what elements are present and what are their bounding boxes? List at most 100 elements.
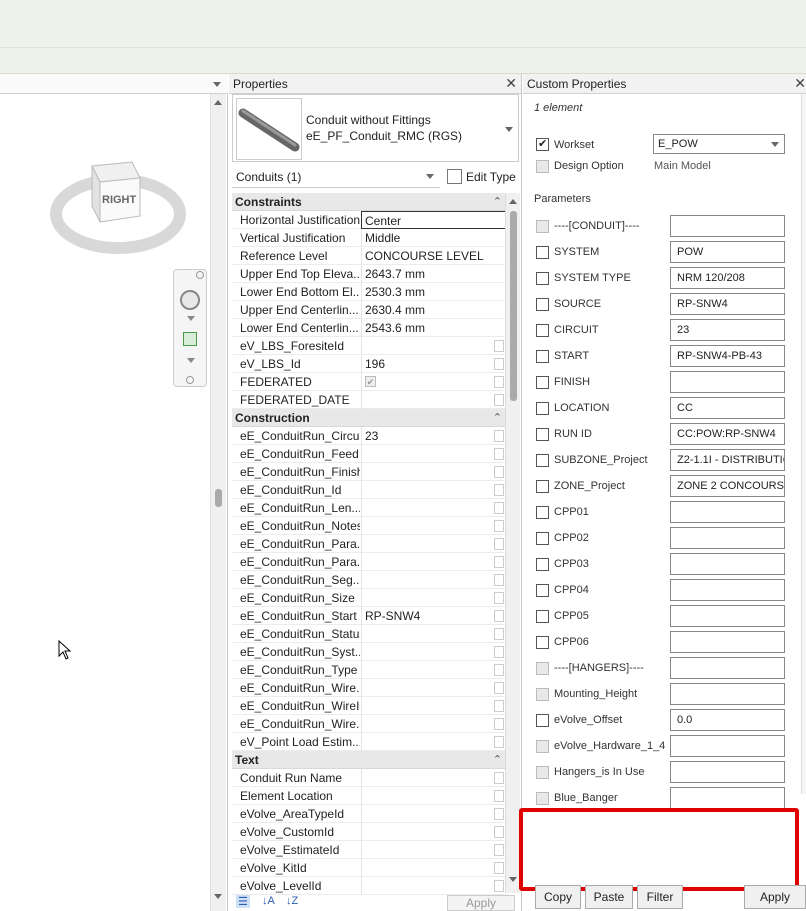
parameter-value-field[interactable]: CC:POW:RP-SNW4 <box>670 423 785 445</box>
view-scrollbar[interactable] <box>210 94 226 911</box>
property-value[interactable]: RP-SNW4 <box>361 607 507 625</box>
property-value[interactable] <box>361 445 507 463</box>
property-row[interactable]: eV_LBS_ForesiteId <box>232 337 508 355</box>
row-checkbox[interactable] <box>494 700 504 712</box>
property-row[interactable]: eV_LBS_Id 196 <box>232 355 508 373</box>
parameter-value-field[interactable]: 0.0 <box>670 709 785 731</box>
parameter-checkbox[interactable] <box>536 506 549 519</box>
parameter-value-field[interactable] <box>670 787 785 809</box>
parameter-value-field[interactable]: 23 <box>670 319 785 341</box>
property-value[interactable] <box>361 787 507 805</box>
row-checkbox[interactable] <box>494 826 504 838</box>
parameter-checkbox[interactable] <box>536 714 549 727</box>
parameter-value-field[interactable]: RP-SNW4-PB-43 <box>670 345 785 367</box>
parameter-value-field[interactable] <box>670 631 785 653</box>
close-icon[interactable] <box>196 271 204 279</box>
options-icon[interactable] <box>186 376 194 384</box>
property-value[interactable] <box>361 643 507 661</box>
steering-wheel-icon[interactable] <box>180 290 200 310</box>
parameter-value-field[interactable]: CC <box>670 397 785 419</box>
parameter-value-field[interactable] <box>670 501 785 523</box>
property-row[interactable]: eE_ConduitRun_WireId <box>232 697 508 715</box>
property-value[interactable] <box>361 679 507 697</box>
parameter-checkbox[interactable] <box>536 792 549 805</box>
paste-button[interactable]: Paste <box>585 885 633 909</box>
scrollbar-thumb[interactable] <box>215 489 222 507</box>
row-checkbox[interactable] <box>494 772 504 784</box>
parameter-value-field[interactable] <box>670 657 785 679</box>
property-row[interactable]: eE_ConduitRun_Wire... <box>232 715 508 733</box>
property-row[interactable]: eE_ConduitRun_Wire... <box>232 679 508 697</box>
property-row[interactable]: eE_ConduitRun_Circuit 23 <box>232 427 508 445</box>
row-checkbox[interactable] <box>494 628 504 640</box>
custom-scrollbar[interactable] <box>801 94 806 794</box>
parameter-value-field[interactable] <box>670 683 785 705</box>
parameter-value-field[interactable]: NRM 120/208 <box>670 267 785 289</box>
design-option-checkbox[interactable] <box>536 160 549 173</box>
row-checkbox[interactable] <box>494 538 504 550</box>
apply-button[interactable]: Apply <box>744 885 806 909</box>
parameter-checkbox[interactable] <box>536 402 549 415</box>
row-checkbox[interactable] <box>494 430 504 442</box>
property-value[interactable]: Middle <box>361 229 507 247</box>
parameter-checkbox[interactable] <box>536 688 549 701</box>
filter-button[interactable]: Filter <box>637 885 683 909</box>
workset-dropdown[interactable]: E_POW <box>653 134 785 154</box>
property-row[interactable]: eVolve_KitId <box>232 859 508 877</box>
property-row[interactable]: Upper End Top Eleva... 2643.7 mm <box>232 265 508 283</box>
property-value[interactable] <box>361 823 507 841</box>
parameter-checkbox[interactable] <box>536 272 549 285</box>
property-row[interactable]: eE_ConduitRun_Para... <box>232 535 508 553</box>
row-checkbox[interactable] <box>494 394 504 406</box>
parameter-checkbox[interactable] <box>536 558 549 571</box>
property-value[interactable] <box>361 769 507 787</box>
collapse-icon[interactable]: ⌃ <box>493 753 502 766</box>
apply-button[interactable]: Apply <box>447 895 515 911</box>
property-row[interactable]: FEDERATED_DATE <box>232 391 508 409</box>
property-value[interactable]: 2530.3 mm <box>361 283 507 301</box>
viewcube[interactable]: RIGHT <box>50 152 190 262</box>
property-row[interactable]: eVolve_EstimateId <box>232 841 508 859</box>
parameter-value-field[interactable] <box>670 527 785 549</box>
parameter-checkbox[interactable] <box>536 480 549 493</box>
property-row[interactable]: eE_ConduitRun_Start RP-SNW4 <box>232 607 508 625</box>
parameter-value-field[interactable] <box>670 553 785 575</box>
parameter-checkbox[interactable] <box>536 610 549 623</box>
property-row[interactable]: Horizontal Justification Center <box>232 211 508 229</box>
chevron-down-icon[interactable] <box>187 358 195 363</box>
row-checkbox[interactable] <box>494 790 504 802</box>
property-value[interactable] <box>361 625 507 643</box>
property-value[interactable] <box>361 661 507 679</box>
property-row[interactable]: eE_ConduitRun_Finish <box>232 463 508 481</box>
parameter-value-field[interactable] <box>670 579 785 601</box>
property-row[interactable]: Upper End Centerlin... 2630.4 mm <box>232 301 508 319</box>
property-value[interactable] <box>361 553 507 571</box>
row-checkbox[interactable] <box>494 358 504 370</box>
property-row[interactable]: eE_ConduitRun_Size <box>232 589 508 607</box>
collapse-icon[interactable]: ⌃ <box>493 411 502 424</box>
close-icon[interactable]: ✕ <box>794 75 806 92</box>
property-row[interactable]: eV_Point Load Estim... <box>232 733 508 751</box>
parameter-checkbox[interactable] <box>536 324 549 337</box>
row-checkbox[interactable] <box>494 880 504 892</box>
property-row[interactable]: Vertical Justification Middle <box>232 229 508 247</box>
row-checkbox[interactable] <box>494 592 504 604</box>
property-row[interactable]: eVolve_CustomId <box>232 823 508 841</box>
scroll-up-icon[interactable] <box>509 199 517 204</box>
scroll-down-icon[interactable] <box>509 877 517 882</box>
property-value[interactable] <box>361 697 507 715</box>
property-row[interactable]: eE_ConduitRun_Feed <box>232 445 508 463</box>
property-value[interactable] <box>361 733 507 751</box>
property-value[interactable] <box>361 805 507 823</box>
row-checkbox[interactable] <box>494 808 504 820</box>
property-value[interactable]: 2543.6 mm <box>361 319 507 337</box>
property-row[interactable]: eE_ConduitRun_Notes <box>232 517 508 535</box>
row-checkbox[interactable] <box>494 664 504 676</box>
collapse-icon[interactable]: ⌃ <box>493 195 502 208</box>
scroll-down-icon[interactable] <box>214 894 222 899</box>
property-row[interactable]: Reference Level CONCOURSE LEVEL <box>232 247 508 265</box>
chevron-down-icon[interactable] <box>213 82 221 87</box>
property-row[interactable]: Lower End Centerlin... 2543.6 mm <box>232 319 508 337</box>
scrollbar-thumb[interactable] <box>510 211 517 401</box>
property-row[interactable]: eE_ConduitRun_Type <box>232 661 508 679</box>
